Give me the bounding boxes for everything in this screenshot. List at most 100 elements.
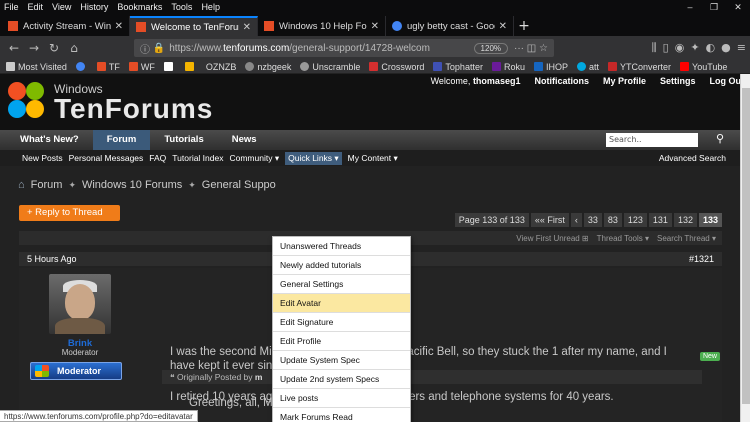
menu-tools[interactable]: Tools: [171, 2, 192, 12]
post-number-link[interactable]: #1321: [689, 254, 714, 264]
account-icon[interactable]: ◉: [675, 41, 685, 55]
bookmark-star-icon[interactable]: ☆: [539, 43, 548, 54]
breadcrumb-forum[interactable]: Forum: [31, 179, 63, 191]
subnav-new-posts[interactable]: New Posts: [22, 153, 63, 163]
tab-windows10-help[interactable]: Windows 10 Help Forums ✕: [258, 16, 386, 36]
close-window-button[interactable]: ✕: [726, 2, 750, 13]
library-icon[interactable]: ⫼: [652, 41, 657, 55]
search-thread-dropdown[interactable]: Search Thread ▾: [657, 234, 716, 243]
reload-icon[interactable]: ↻: [44, 41, 64, 55]
bookmark-unnamed-1[interactable]: [163, 62, 176, 71]
tab-activity-stream[interactable]: Activity Stream - Windows ✕: [2, 16, 130, 36]
bookmark-oznzb[interactable]: OZNZB: [206, 62, 237, 72]
nav-forum[interactable]: Forum: [92, 130, 151, 150]
bookmark-nzbgeek[interactable]: nzbgeek: [245, 62, 291, 72]
tab-welcome-tenforums[interactable]: Welcome to TenForums - h ✕: [130, 16, 258, 36]
bookmark-ihop[interactable]: IHOP: [533, 62, 568, 72]
subnav-tutorial-index[interactable]: Tutorial Index: [172, 153, 223, 163]
page-link[interactable]: 132: [673, 213, 697, 227]
close-tab-icon[interactable]: ✕: [243, 22, 251, 33]
close-tab-icon[interactable]: ✕: [115, 21, 123, 32]
search-icon[interactable]: ⚲: [716, 132, 724, 145]
minimize-button[interactable]: –: [678, 2, 702, 13]
back-arrow-icon[interactable]: ←: [4, 41, 24, 55]
menu-item-edit-profile[interactable]: Edit Profile: [273, 332, 410, 351]
notifications-link[interactable]: Notifications: [534, 76, 589, 86]
nav-whats-new[interactable]: What's New?: [6, 130, 93, 150]
page-link[interactable]: 123: [623, 213, 647, 227]
quote-author-link[interactable]: m: [255, 372, 263, 382]
bookmark-unnamed-2[interactable]: [184, 62, 197, 71]
nav-news[interactable]: News: [218, 130, 271, 150]
menu-item-edit-signature[interactable]: Edit Signature: [273, 313, 410, 332]
site-search-input[interactable]: Search..: [606, 133, 698, 147]
home-icon[interactable]: ⌂: [64, 41, 84, 55]
bookmark-tophatter[interactable]: Tophatter: [433, 62, 483, 72]
url-bar[interactable]: ⓘ 🔒 https://www. tenforums.com/general-su…: [134, 39, 554, 57]
avatar[interactable]: [49, 274, 111, 334]
page-link[interactable]: 83: [603, 213, 622, 227]
page-link[interactable]: 33: [583, 213, 602, 227]
forward-arrow-icon[interactable]: →: [24, 41, 44, 55]
page-actions-icon[interactable]: ···: [514, 43, 527, 54]
settings-link[interactable]: Settings: [660, 76, 696, 86]
close-tab-icon[interactable]: ✕: [371, 21, 379, 32]
extension3-icon[interactable]: ●: [721, 41, 731, 55]
tab-google-search[interactable]: ugly betty cast - Google Se ✕: [386, 16, 514, 36]
bookmark-google[interactable]: [75, 62, 88, 71]
menu-view[interactable]: View: [52, 2, 71, 12]
menu-file[interactable]: File: [4, 2, 19, 12]
bookmark-tf[interactable]: TF: [96, 62, 120, 72]
logout-link[interactable]: Log Out: [710, 76, 745, 86]
advanced-search-link[interactable]: Advanced Search: [659, 153, 726, 163]
username-link[interactable]: thomaseg1: [473, 76, 521, 86]
menu-item-update-2nd-system-specs[interactable]: Update 2nd system Specs: [273, 370, 410, 389]
sidebar-icon[interactable]: ▯: [663, 41, 669, 55]
subnav-my-content[interactable]: My Content ▾: [348, 153, 398, 164]
info-icon[interactable]: ⓘ: [140, 41, 153, 56]
scrollbar-thumb[interactable]: [742, 88, 750, 404]
breadcrumb-windows10-forums[interactable]: Windows 10 Forums: [82, 179, 182, 191]
new-tab-button[interactable]: +: [514, 16, 534, 36]
bookmark-youtube[interactable]: YouTube: [680, 62, 727, 72]
page-scrollbar[interactable]: [740, 74, 750, 422]
breadcrumb-general-support[interactable]: General Suppo: [202, 179, 276, 191]
bookmark-unscramble[interactable]: Unscramble: [300, 62, 360, 72]
menu-item-general-settings[interactable]: General Settings: [273, 275, 410, 294]
close-tab-icon[interactable]: ✕: [499, 21, 507, 32]
view-first-unread-link[interactable]: View First Unread ⊞: [516, 234, 588, 243]
bookmark-crossword[interactable]: Crossword: [369, 62, 424, 72]
bookmark-wf[interactable]: WF: [128, 62, 155, 72]
menu-item-edit-avatar[interactable]: Edit Avatar: [273, 294, 410, 313]
zoom-indicator[interactable]: 120%: [473, 42, 509, 54]
menu-item-unanswered-threads[interactable]: Unanswered Threads: [273, 237, 410, 256]
menu-help[interactable]: Help: [201, 2, 220, 12]
subnav-quick-links[interactable]: Quick Links ▾: [285, 151, 342, 165]
tenforums-logo[interactable]: Windows TenForums: [6, 80, 213, 124]
bookmark-roku[interactable]: Roku: [491, 62, 525, 72]
extension-icon[interactable]: ✦: [690, 41, 699, 55]
subnav-community[interactable]: Community ▾: [229, 153, 279, 164]
page-prev[interactable]: ‹: [570, 213, 582, 227]
pocket-icon[interactable]: ◫: [527, 43, 539, 54]
thread-tools-dropdown[interactable]: Thread Tools ▾: [597, 234, 649, 243]
home-icon[interactable]: ⌂: [18, 179, 25, 191]
bookmark-att[interactable]: att: [576, 62, 599, 72]
page-first[interactable]: «« First: [530, 213, 569, 227]
subnav-personal-messages[interactable]: Personal Messages: [69, 153, 144, 163]
menu-edit[interactable]: Edit: [28, 2, 44, 12]
bookmark-ytconverter[interactable]: YTConverter: [608, 62, 671, 72]
menu-bookmarks[interactable]: Bookmarks: [117, 2, 162, 12]
nav-tutorials[interactable]: Tutorials: [150, 130, 217, 150]
bookmark-most-visited[interactable]: Most Visited: [6, 62, 67, 72]
restore-button[interactable]: ❐: [702, 2, 726, 13]
menu-history[interactable]: History: [80, 2, 108, 12]
reply-to-thread-button[interactable]: + Reply to Thread: [19, 205, 120, 221]
menu-item-newly-added-tutorials[interactable]: Newly added tutorials: [273, 256, 410, 275]
extension2-icon[interactable]: ◐: [706, 41, 716, 55]
subnav-faq[interactable]: FAQ: [149, 153, 166, 163]
hamburger-menu-icon[interactable]: ≡: [737, 41, 746, 55]
page-link[interactable]: 131: [648, 213, 672, 227]
menu-item-update-system-spec[interactable]: Update System Spec: [273, 351, 410, 370]
lock-icon[interactable]: 🔒: [153, 43, 165, 54]
